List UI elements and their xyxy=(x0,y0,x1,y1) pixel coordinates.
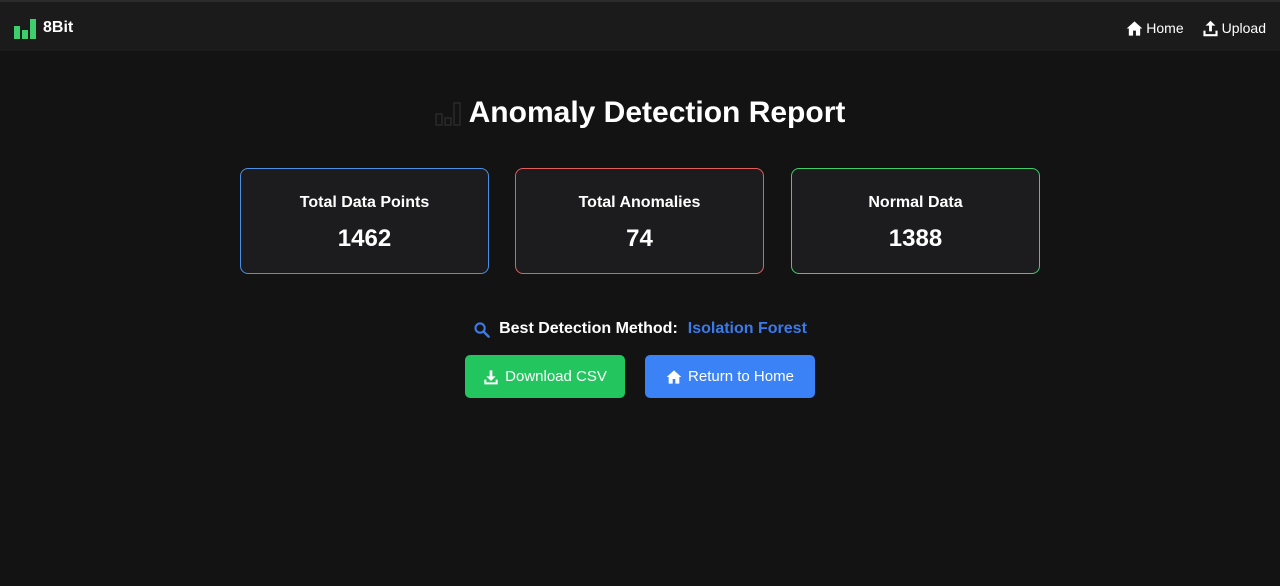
stat-card-total: Total Data Points 1462 xyxy=(240,168,489,274)
stat-card-normal: Normal Data 1388 xyxy=(791,168,1040,274)
page-title: Anomaly Detection Report xyxy=(468,96,846,129)
download-csv-label: Download CSV xyxy=(505,368,607,385)
upload-icon xyxy=(1203,20,1218,36)
download-csv-button[interactable]: Download CSV xyxy=(465,355,625,398)
stat-label-total: Total Data Points xyxy=(299,194,430,211)
home-icon xyxy=(666,369,682,384)
search-icon xyxy=(474,321,490,338)
stat-label-anomalies: Total Anomalies xyxy=(578,194,701,211)
download-icon xyxy=(484,369,498,384)
nav-home-link[interactable]: Home xyxy=(1126,20,1184,37)
bar-chart-icon xyxy=(14,19,36,39)
best-method-value: Isolation Forest xyxy=(687,320,807,337)
home-icon xyxy=(1126,20,1143,36)
stat-label-normal: Normal Data xyxy=(868,194,963,211)
nav-home-label: Home xyxy=(1146,20,1184,36)
nav-upload-label: Upload xyxy=(1221,20,1266,36)
return-home-label: Return to Home xyxy=(688,368,794,385)
nav-links: Home Upload xyxy=(1108,18,1266,38)
nav-upload-link[interactable]: Upload xyxy=(1202,20,1266,37)
best-method-row: Best Detection Method: Isolation Forest xyxy=(0,318,1280,340)
stat-value-anomalies: 74 xyxy=(626,225,653,252)
brand-name: 8Bit xyxy=(43,19,74,36)
title-row: Anomaly Detection Report xyxy=(0,95,1280,131)
stat-card-anomalies: Total Anomalies 74 xyxy=(515,168,764,274)
bar-chart-icon xyxy=(434,102,461,126)
navbar: 8Bit Home Upload xyxy=(0,0,1280,51)
stat-value-normal: 1388 xyxy=(888,225,943,252)
brand-link[interactable]: 8Bit xyxy=(14,16,73,40)
best-method-label: Best Detection Method: xyxy=(499,320,678,337)
stat-value-total: 1462 xyxy=(337,225,392,252)
return-home-button[interactable]: Return to Home xyxy=(645,355,815,398)
